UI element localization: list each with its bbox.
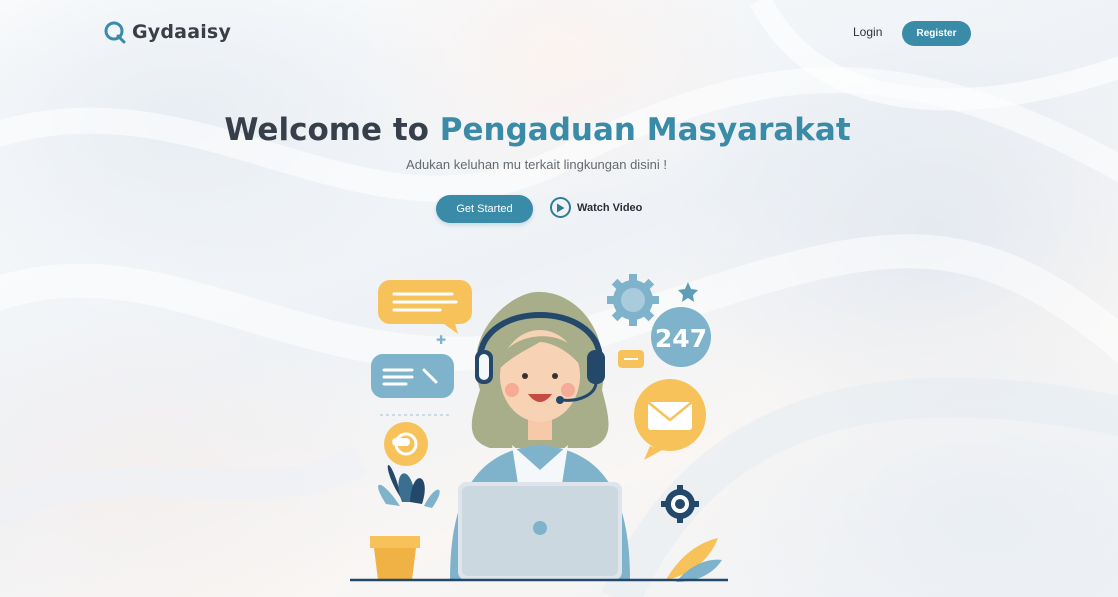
plant-icon (370, 465, 440, 580)
gear-icon (607, 274, 659, 326)
get-started-button[interactable]: Get Started (436, 195, 533, 223)
badge-247-text: 247 (655, 324, 707, 353)
watch-video-label: Watch Video (577, 201, 643, 214)
brand-logo[interactable]: Gydaaisy (103, 20, 231, 44)
play-icon (550, 197, 571, 218)
logo-q-icon (104, 21, 126, 44)
mail-icon (634, 379, 706, 460)
chat-bubble-icon (378, 280, 472, 334)
laptop-icon (458, 482, 622, 580)
hero-title-prefix: Welcome to (224, 112, 440, 148)
hero-title-accent: Pengaduan Masyarakat (439, 112, 851, 148)
svg-text:✚: ✚ (436, 333, 446, 347)
register-button[interactable]: Register (902, 21, 971, 46)
refresh-icon (384, 422, 428, 466)
brand-name: Gydaaisy (132, 21, 232, 43)
customer-support-illustration: ✚ 247 (350, 274, 728, 582)
support-agent-figure (450, 291, 630, 580)
watch-video-button[interactable]: Watch Video (550, 197, 642, 218)
hero-subtitle: Adukan keluhan mu terkait lingkungan dis… (406, 157, 667, 172)
star-icon (678, 282, 698, 302)
settings-gear-icon (661, 485, 699, 523)
login-link[interactable]: Login (853, 25, 882, 39)
hero-title: Welcome to Pengaduan Masyarakat (0, 112, 1075, 148)
message-bubble-icon (371, 354, 454, 398)
